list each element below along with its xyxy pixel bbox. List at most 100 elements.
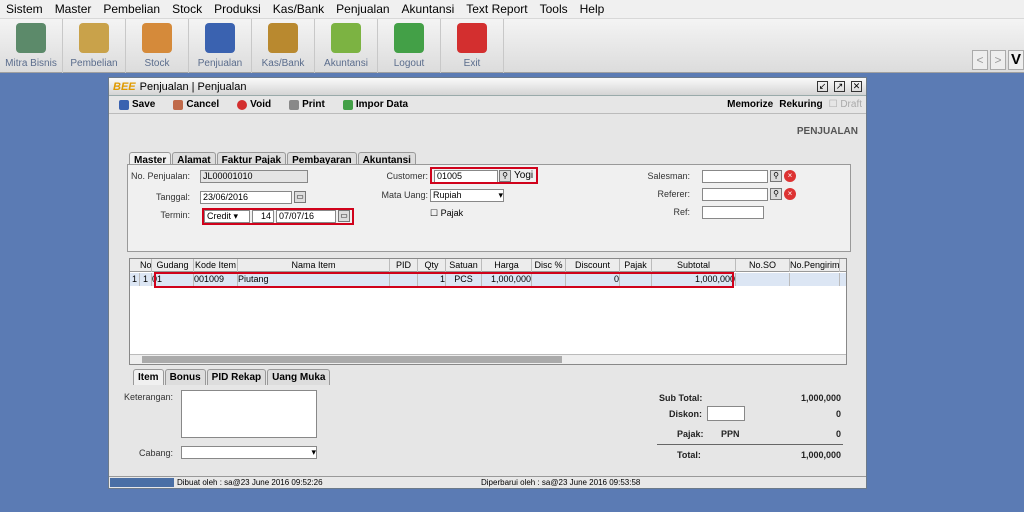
cabang-select[interactable]: ▾ [181,446,317,459]
cancel-icon [173,99,184,110]
menu-bar: Sistem Master Pembelian Stock Produksi Kas/Ba… [0,0,1024,19]
void-button[interactable]: Void [237,99,271,110]
no-penjualan-label: No. Penjualan: [130,171,190,181]
referer-label: Referer: [657,189,690,199]
total-divider [657,444,843,445]
ref-field[interactable] [702,206,764,219]
window-title: Penjualan | Penjualan [139,80,247,93]
menu-item-9[interactable]: Tools [534,2,574,16]
toolbar-button-1[interactable]: Pembelian [63,19,126,73]
bottom-tab-1[interactable]: Bonus [164,369,206,385]
horizontal-scrollbar[interactable] [130,354,846,364]
column-header[interactable]: No.SO [736,259,790,272]
toolbar-button-7[interactable]: Exit [441,19,504,73]
table-cell [736,273,790,286]
v-button[interactable]: V [1008,50,1024,70]
window-titlebar: BEE Penjualan | Penjualan ↙ ↗ ✕ [109,78,866,96]
main-toolbar: Mitra Bisnis Pembelian Stock Penjualan Kas/B… [0,19,1024,73]
table-cell: 1 [130,273,140,286]
column-header[interactable]: Kode Item [194,259,238,272]
keterangan-textarea[interactable] [181,390,317,438]
toolbar-icon [142,23,172,53]
action-bar: Save Cancel Void Print Impor Data Memori… [109,96,866,114]
next-button[interactable]: > [990,50,1006,70]
grid-header: No Gudang Kode Item Nama Item PID Qty Satuan Ha… [130,259,846,272]
toolbar-label: Kas/Bank [261,58,305,69]
created-by: Dibuat oleh : sa@23 June 2016 09:52:26 [177,478,323,487]
referer-field[interactable] [702,188,768,201]
menu-item-4[interactable]: Produksi [208,2,267,16]
toolbar-button-0[interactable]: Mitra Bisnis [0,19,63,73]
column-header[interactable]: Subtotal [652,259,736,272]
menu-item-6[interactable]: Penjualan [330,2,395,16]
mata-uang-select[interactable]: Rupiah ▾ [430,189,504,202]
pajak-checkbox[interactable]: ☐ Pajak [430,208,463,219]
pajak-value: 0 [835,429,841,439]
ref-label: Ref: [673,207,690,217]
pajak-label: Pajak: [677,429,704,439]
save-button[interactable]: Save [119,99,155,110]
minimize-icon[interactable]: ↙ [817,81,828,92]
cancel-button[interactable]: Cancel [173,99,219,110]
toolbar-label: Exit [463,58,481,69]
menu-item-8[interactable]: Text Report [460,2,533,16]
toolbar-button-2[interactable]: Stock [126,19,189,73]
tanggal-field[interactable]: 23/06/2016 [200,191,292,204]
column-header[interactable]: No.Pengiriman [790,259,840,272]
menu-item-0[interactable]: Sistem [0,2,49,16]
search-icon[interactable]: ⚲ [770,170,782,182]
toolbar-label: Logout [393,58,425,69]
subtotal-value: 1,000,000 [800,393,841,403]
column-header[interactable]: Gudang [152,259,194,272]
menu-item-7[interactable]: Akuntansi [396,2,461,16]
close-icon[interactable]: ✕ [851,81,862,92]
memorize-button[interactable]: Memorize [727,99,773,110]
cabang-label: Cabang: [138,448,173,458]
menu-item-10[interactable]: Help [574,2,611,16]
termin-label: Termin: [160,210,190,220]
rekuring-button[interactable]: Rekuring [779,99,822,110]
status-bar: Dibuat oleh : sa@23 June 2016 09:52:26 D… [109,476,866,488]
search-icon[interactable]: ⚲ [770,188,782,200]
scroll-thumb[interactable] [142,356,562,363]
subtotal-label: Sub Total: [659,393,703,403]
customer-highlight [430,167,538,184]
menu-item-1[interactable]: Master [49,2,98,16]
calendar-icon[interactable]: ▭ [294,191,306,203]
maximize-icon[interactable]: ↗ [834,81,845,92]
column-header[interactable]: Satuan [446,259,482,272]
table-cell: 1 [140,273,152,286]
menu-item-2[interactable]: Pembelian [97,2,166,16]
column-header[interactable]: Qty [418,259,446,272]
column-header[interactable]: Disc % [532,259,566,272]
bottom-tab-0[interactable]: Item [133,369,164,385]
diskon-field[interactable] [707,406,745,421]
column-header[interactable]: PID [390,259,418,272]
menu-item-3[interactable]: Stock [166,2,208,16]
clear-icon[interactable]: × [784,188,796,200]
bottom-tab-2[interactable]: PID Rekap [206,369,267,385]
clear-icon[interactable]: × [784,170,796,182]
column-header[interactable]: Nama Item [238,259,390,272]
print-button[interactable]: Print [289,99,325,110]
import-data-button[interactable]: Impor Data [342,99,408,110]
toolbar-button-6[interactable]: Logout [378,19,441,73]
column-header[interactable]: Pajak [620,259,652,272]
toolbar-button-4[interactable]: Kas/Bank [252,19,315,73]
no-penjualan-field[interactable]: JL00001010 [200,170,308,183]
bottom-tab-3[interactable]: Uang Muka [267,369,331,385]
draft-checkbox[interactable]: ☐ Draft [829,99,862,110]
salesman-field[interactable] [702,170,768,183]
total-value: 1,000,000 [800,450,841,460]
customer-label: Customer: [386,171,428,181]
column-header[interactable]: Discount [566,259,620,272]
prev-button[interactable]: < [972,50,988,70]
bottom-tabs: Item Bonus PID Rekap Uang Muka [133,369,331,385]
column-header[interactable]: Harga [482,259,532,272]
column-header[interactable]: No [140,259,152,272]
toolbar-label: Akuntansi [324,58,368,69]
keterangan-label: Keterangan: [123,392,173,402]
menu-item-5[interactable]: Kas/Bank [267,2,330,16]
toolbar-button-5[interactable]: Akuntansi [315,19,378,73]
toolbar-button-3[interactable]: Penjualan [189,19,252,73]
